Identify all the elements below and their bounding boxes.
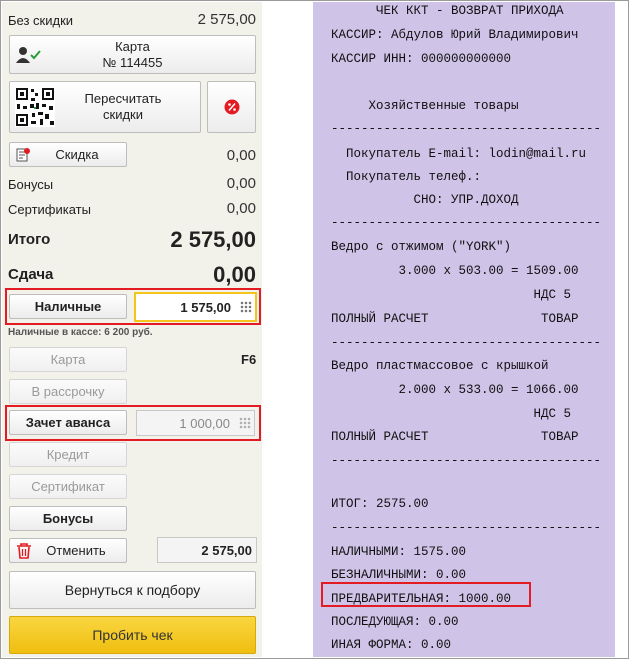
advance-row-highlight xyxy=(5,405,261,441)
card-button-line1: Карта xyxy=(115,38,150,54)
discount-value: 0,00 xyxy=(226,147,256,164)
card-payment-button[interactable]: Карта xyxy=(9,347,127,372)
bonuses-value: 0,00 xyxy=(226,175,256,192)
bonus-payment-button[interactable]: Бонусы xyxy=(9,506,127,531)
receipt-line: 3.000 x 503.00 = 1509.00 xyxy=(331,264,579,278)
card-button-number: № 114455 xyxy=(102,54,163,70)
total-label: Итого xyxy=(8,231,51,248)
print-receipt-button[interactable]: Пробить чек xyxy=(9,616,256,654)
receipt-line: Покупатель телеф.: xyxy=(331,170,482,184)
change-value: 0,00 xyxy=(213,262,256,287)
cash-row-highlight xyxy=(5,288,261,325)
receipt-line: КАССИР: Абдулов Юрий Владимирович xyxy=(331,28,579,42)
receipt-line: ------------------------------------ xyxy=(331,521,602,535)
receipt-line: СНО: УПР.ДОХОД xyxy=(331,193,519,207)
no-discount-value: 2 575,00 xyxy=(197,11,256,28)
back-to-selection-button[interactable]: Вернуться к подбору xyxy=(9,571,256,609)
receipt-line: ИНАЯ ФОРМА: 0.00 xyxy=(331,638,452,652)
receipt-line: ------------------------------------ xyxy=(331,122,602,136)
receipt-line: БЕЗНАЛИЧНЫМИ: 0.00 xyxy=(331,568,467,582)
cancel-total-field: 2 575,00 xyxy=(157,537,257,563)
recalculate-discounts-button[interactable]: Пересчитать скидки xyxy=(9,81,201,133)
qr-code-icon xyxy=(15,87,55,127)
receipt-line: ------------------------------------ xyxy=(331,336,602,350)
recalc-line2: скидки xyxy=(103,107,143,122)
receipt-line: НАЛИЧНЫМИ: 1575.00 xyxy=(331,545,467,559)
discount-button[interactable]: Скидка xyxy=(9,142,127,167)
percent-discount-button[interactable] xyxy=(207,81,256,133)
cancel-total-value: 2 575,00 xyxy=(201,542,252,558)
card-payment-hotkey: F6 xyxy=(241,352,257,367)
receipt-line: НДС 5 xyxy=(331,288,572,302)
total-value: 2 575,00 xyxy=(170,227,256,252)
receipt-line: ПОЛНЫЙ РАСЧЕТ ТОВАР xyxy=(331,312,579,326)
trash-icon xyxy=(17,543,31,559)
receipt-line: ПОЛНЫЙ РАСЧЕТ ТОВАР xyxy=(331,430,579,444)
receipt-line: Ведро с отжимом ("YORK") xyxy=(331,240,512,254)
receipt-line: Хозяйственные товары xyxy=(331,99,519,113)
receipt-line: КАССИР ИНН: 000000000000 xyxy=(331,52,512,66)
receipt-line: Покупатель E-mail: lodin@mail.ru xyxy=(331,147,587,161)
no-discount-label: Без скидки xyxy=(8,13,74,28)
receipt-line: ЧЕК ККТ - ВОЗВРАТ ПРИХОДА xyxy=(331,4,564,18)
installment-button[interactable]: В рассрочку xyxy=(9,379,127,404)
prepayment-line-highlight xyxy=(321,582,531,607)
certificates-value: 0,00 xyxy=(226,200,256,217)
cancel-button-label: Отменить xyxy=(46,543,106,558)
receipt-line: НДС 5 xyxy=(331,407,572,421)
receipt-line: Ведро пластмассовое с крышкой xyxy=(331,359,549,373)
certificate-button[interactable]: Сертификат xyxy=(9,474,127,499)
payment-panel: Без скидки 2 575,00 Карта № 114455 Перес… xyxy=(2,2,262,657)
receipt-preview: ЧЕК ККТ - ВОЗВРАТ ПРИХОДА КАССИР: Абдулов… xyxy=(313,2,615,657)
loyalty-card-button[interactable]: Карта № 114455 xyxy=(9,35,256,74)
receipt-line: ПОСЛЕДУЮЩАЯ: 0.00 xyxy=(331,615,459,629)
cash-in-register-note: Наличные в кассе: 6 200 руб. xyxy=(8,327,153,338)
receipt-line: ИТОГ: 2575.00 xyxy=(331,497,429,511)
bonuses-label: Бонусы xyxy=(8,177,54,192)
recalc-line1: Пересчитать xyxy=(84,91,162,106)
change-label: Сдача xyxy=(8,266,54,283)
percent-icon xyxy=(224,99,239,115)
certificates-label: Сертификаты xyxy=(8,202,91,217)
user-check-icon xyxy=(16,47,41,63)
discount-icon xyxy=(16,148,30,162)
discount-button-label: Скидка xyxy=(55,147,99,162)
receipt-line: ------------------------------------ xyxy=(331,216,602,230)
credit-button[interactable]: Кредит xyxy=(9,442,127,467)
receipt-line: ------------------------------------ xyxy=(331,454,602,468)
cancel-button[interactable]: Отменить xyxy=(9,538,127,563)
receipt-line: 2.000 x 533.00 = 1066.00 xyxy=(331,383,579,397)
